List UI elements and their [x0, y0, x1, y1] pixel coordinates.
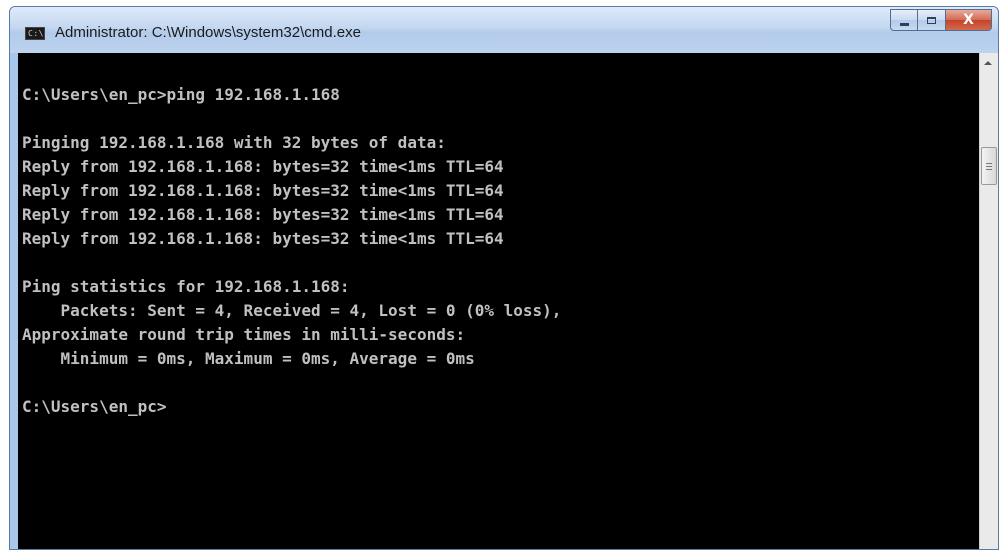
console-line: Reply from 192.168.1.168: bytes=32 time<… [22, 157, 504, 176]
console-line: Pinging 192.168.1.168 with 32 bytes of d… [22, 133, 446, 152]
grip-line [986, 163, 992, 164]
minimize-icon [899, 22, 909, 26]
console-line: Packets: Sent = 4, Received = 4, Lost = … [22, 301, 562, 320]
caption-buttons: X [890, 9, 992, 31]
scrollbar-thumb[interactable] [981, 147, 997, 185]
console-line: Approximate round trip times in milli-se… [22, 325, 466, 344]
close-icon: X [963, 12, 974, 28]
console-line: Ping statistics for 192.168.1.168: [22, 277, 350, 296]
console-line: Reply from 192.168.1.168: bytes=32 time<… [22, 181, 504, 200]
console-prompt[interactable]: C:\Users\en_pc> [22, 395, 167, 419]
chevron-up-icon[interactable] [984, 61, 992, 65]
title-bar[interactable]: C:\ Administrator: C:\Windows\system32\c… [10, 7, 998, 53]
cmd-console-icon[interactable]: C:\ [25, 27, 45, 40]
close-button[interactable]: X [946, 9, 992, 31]
minimize-button[interactable] [890, 9, 918, 31]
cmd-window: C:\ Administrator: C:\Windows\system32\c… [9, 6, 999, 550]
console-line: Reply from 192.168.1.168: bytes=32 time<… [22, 229, 504, 248]
console-line: Minimum = 0ms, Maximum = 0ms, Average = … [22, 349, 475, 368]
console-output[interactable]: C:\Users\en_pc>ping 192.168.1.168 Pingin… [18, 53, 979, 549]
console-line: C:\Users\en_pc>ping 192.168.1.168 [22, 85, 340, 104]
grip-line [986, 169, 992, 170]
grip-line [986, 166, 992, 167]
console-line: Reply from 192.168.1.168: bytes=32 time<… [22, 205, 504, 224]
maximize-button[interactable] [918, 9, 946, 31]
vertical-scrollbar[interactable] [979, 53, 998, 549]
maximize-icon [927, 16, 936, 24]
window-title: Administrator: C:\Windows\system32\cmd.e… [55, 24, 361, 41]
